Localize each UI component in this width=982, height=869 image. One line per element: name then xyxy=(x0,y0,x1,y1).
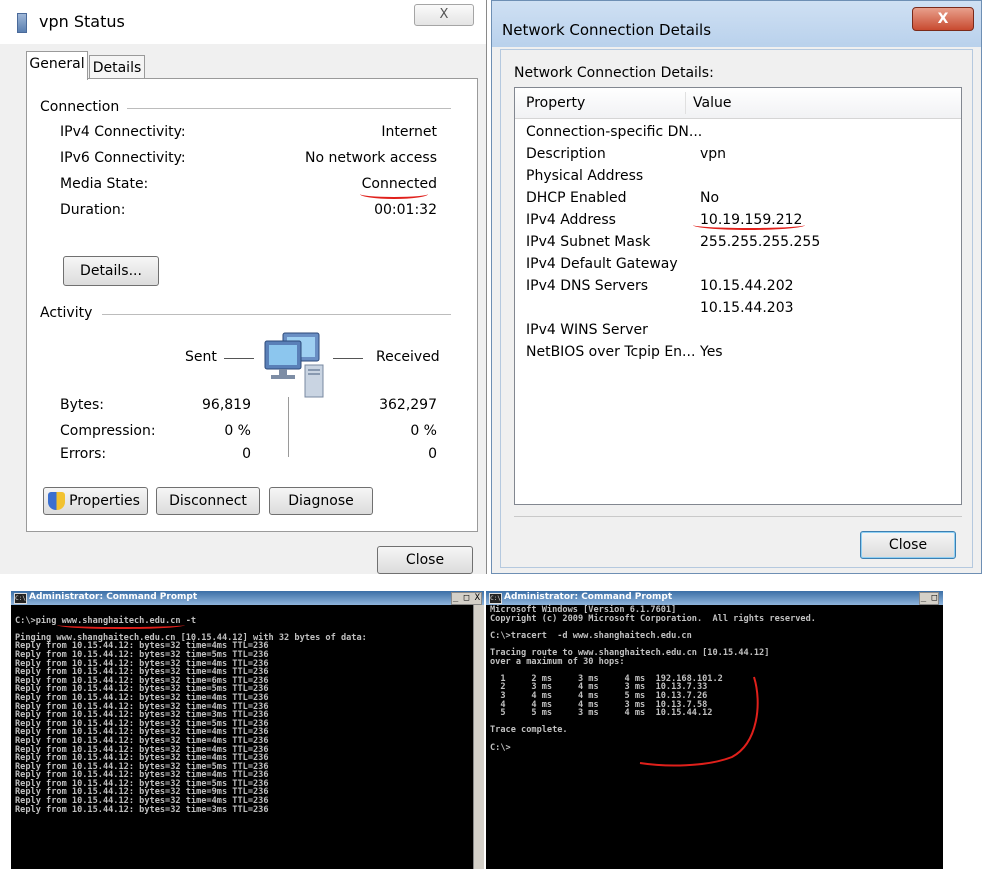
errors-received-value: 0 xyxy=(428,446,437,462)
network-details-window: Network Connection Details X Network Con… xyxy=(491,0,982,574)
sent-connector-line xyxy=(224,358,254,359)
cmd-icon: C:\ xyxy=(14,593,27,604)
vpn-window-title: vpn Status xyxy=(39,12,125,31)
network-computers-icon xyxy=(264,332,324,398)
property-cell: IPv4 WINS Server xyxy=(526,322,648,338)
property-cell: IPv4 Default Gateway xyxy=(526,256,678,272)
general-tab-panel: Connection IPv4 Connectivity: Internet I… xyxy=(26,78,478,532)
value-cell: No xyxy=(700,190,720,206)
duration-label: Duration: xyxy=(60,202,126,218)
red-hand-drawn-annotation xyxy=(639,676,759,767)
value-cell: 10.15.44.202 xyxy=(700,278,794,294)
property-cell: IPv4 DNS Servers xyxy=(526,278,649,294)
value-cell: 255.255.255.255 xyxy=(700,234,821,250)
column-divider xyxy=(685,92,686,114)
property-cell: IPv4 Subnet Mask xyxy=(526,234,651,250)
details-listview[interactable]: Property Value Connection-specific DN...… xyxy=(514,87,962,505)
duration-value: 00:01:32 xyxy=(374,202,437,218)
network-details-titlebar: Network Connection Details X xyxy=(492,1,981,47)
property-cell: Physical Address xyxy=(526,168,644,184)
bytes-sent-value: 96,819 xyxy=(202,397,251,413)
ping-console-title: Administrator: Command Prompt xyxy=(29,592,198,602)
activity-divider xyxy=(102,314,451,315)
bytes-received-value: 362,297 xyxy=(379,397,437,413)
vpn-status-window: vpn Status X General Details Connection … xyxy=(0,0,487,574)
received-label: Received xyxy=(376,349,440,365)
sent-label: Sent xyxy=(185,349,217,365)
uac-shield-icon xyxy=(48,492,65,510)
ping-console-window-buttons[interactable]: _ □ X xyxy=(450,592,482,605)
ipv6-connectivity-value: No network access xyxy=(305,150,437,166)
disconnect-button[interactable]: Disconnect xyxy=(156,487,260,515)
property-cell: NetBIOS over Tcpip En... xyxy=(526,344,696,360)
properties-button[interactable]: Properties xyxy=(43,487,148,515)
console-line: over a maximum of 30 hops: xyxy=(490,656,625,667)
ipv4-connectivity-label: IPv4 Connectivity: xyxy=(60,124,186,140)
tracert-console-title: Administrator: Command Prompt xyxy=(504,592,673,602)
bytes-label: Bytes: xyxy=(60,397,105,413)
compression-received-value: 0 % xyxy=(410,423,437,439)
list-header: Property Value xyxy=(515,88,961,119)
compression-sent-value: 0 % xyxy=(224,423,251,439)
ipv6-connectivity-label: IPv6 Connectivity: xyxy=(60,150,186,166)
ping-console-scrollbar[interactable] xyxy=(473,605,484,869)
connection-divider xyxy=(127,108,451,109)
network-adapter-icon xyxy=(17,13,27,33)
diagnose-button[interactable]: Diagnose xyxy=(269,487,373,515)
ping-console-window: C:\ Administrator: Command Prompt _ □ X … xyxy=(11,591,484,869)
vpn-close-x-button[interactable]: X xyxy=(414,4,474,26)
value-cell: vpn xyxy=(700,146,727,162)
received-connector-line xyxy=(333,358,363,359)
console-line: C:\>tracert -d www.shanghaitech.edu.cn xyxy=(490,630,692,641)
connection-group-label: Connection xyxy=(40,99,120,115)
errors-label: Errors: xyxy=(60,446,107,462)
media-state-label: Media State: xyxy=(60,176,149,192)
vpn-titlebar: vpn Status X xyxy=(0,0,486,44)
console-line: Reply from 10.15.44.12: bytes=32 time=3m… xyxy=(15,804,269,815)
column-header-value[interactable]: Value xyxy=(693,95,731,111)
red-underline-annotation xyxy=(360,189,428,199)
ping-console-output[interactable]: C:\>ping www.shanghaitech.edu.cn -t Pingi… xyxy=(15,608,367,814)
tracert-console-window: C:\ Administrator: Command Prompt _ □ Mi… xyxy=(486,591,943,869)
property-cell: DHCP Enabled xyxy=(526,190,627,206)
errors-sent-value: 0 xyxy=(242,446,251,462)
activity-group-label: Activity xyxy=(40,305,93,321)
network-details-title: Network Connection Details xyxy=(502,21,712,39)
red-underline-annotation xyxy=(57,621,185,629)
cmd-icon: C:\ xyxy=(489,593,502,604)
ping-console-titlebar: C:\ Administrator: Command Prompt _ □ X xyxy=(11,591,484,605)
tab-general[interactable]: General xyxy=(26,51,88,80)
details-button[interactable]: Details... xyxy=(63,256,159,286)
tracert-console-titlebar: C:\ Administrator: Command Prompt _ □ xyxy=(486,591,943,605)
value-cell: 10.15.44.203 xyxy=(700,300,794,316)
tracert-console-window-buttons[interactable]: _ □ xyxy=(918,592,939,605)
property-cell: Connection-specific DN... xyxy=(526,124,703,140)
value-cell: Yes xyxy=(700,344,723,360)
network-details-close-button[interactable]: Close xyxy=(860,531,956,559)
compression-label: Compression: xyxy=(60,423,156,439)
activity-column-divider xyxy=(288,397,289,457)
network-details-subtitle: Network Connection Details: xyxy=(514,65,714,81)
network-details-close-x-button[interactable]: X xyxy=(912,7,974,31)
properties-button-label: Properties xyxy=(69,493,140,509)
console-line: Copyright (c) 2009 Microsoft Corporation… xyxy=(490,613,816,624)
red-underline-annotation xyxy=(693,220,805,230)
tab-details[interactable]: Details xyxy=(89,55,145,80)
property-cell: IPv4 Address xyxy=(526,212,616,228)
footer-divider xyxy=(514,516,962,517)
ipv4-connectivity-value: Internet xyxy=(381,124,437,140)
column-header-property[interactable]: Property xyxy=(526,95,585,111)
vpn-close-button[interactable]: Close xyxy=(377,546,473,574)
property-cell: Description xyxy=(526,146,606,162)
